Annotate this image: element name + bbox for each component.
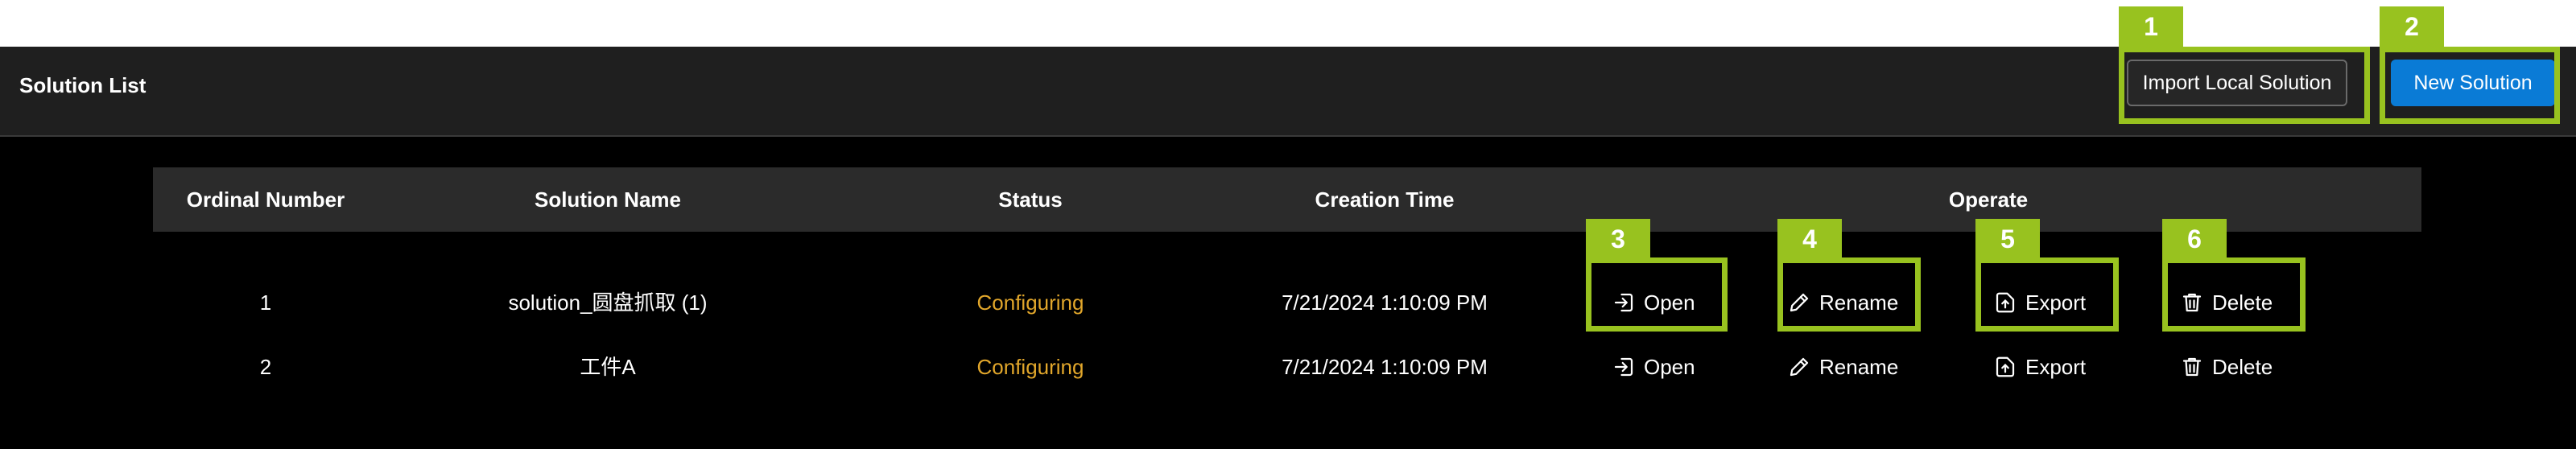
open-label: Open — [1644, 354, 1695, 379]
solution-name: solution_圆盘抓取 (1) — [508, 290, 708, 315]
delete-label: Delete — [2212, 354, 2273, 379]
ordinal-number: 1 — [259, 290, 272, 315]
export-label: Export — [2025, 354, 2087, 379]
status-text: Configuring — [976, 290, 1084, 315]
open-icon — [1614, 357, 1633, 377]
callout-tab-2: 2 — [2380, 6, 2444, 47]
creation-time: 7/21/2024 1:10:09 PM — [1282, 290, 1488, 315]
callout-box-1 — [2119, 47, 2370, 124]
ordinal-number: 2 — [259, 355, 272, 379]
page-title: Solution List — [19, 73, 147, 97]
table-row: 2 工件A Configuring 7/21/2024 1:10:09 PM O… — [153, 336, 2421, 398]
callout-box-3 — [1586, 257, 1728, 332]
export-icon — [1996, 356, 2015, 377]
delete-button[interactable]: Delete — [2180, 336, 2273, 398]
column-solution-name: Solution Name — [534, 187, 681, 212]
callout-tab-6: 6 — [2162, 219, 2227, 259]
rename-pencil-icon — [1790, 357, 1809, 377]
status-text: Configuring — [976, 355, 1084, 379]
callout-box-4 — [1777, 257, 1921, 332]
rename-button[interactable]: Rename — [1787, 336, 1898, 398]
table-header: Ordinal Number Solution Name Status Crea… — [153, 167, 2421, 232]
column-ordinal-number: Ordinal Number — [186, 187, 345, 212]
column-status: Status — [998, 187, 1063, 212]
callout-tab-3: 3 — [1586, 219, 1650, 259]
open-button[interactable]: Open — [1612, 336, 1695, 398]
callout-box-5 — [1975, 257, 2119, 332]
export-button[interactable]: Export — [1993, 336, 2086, 398]
creation-time: 7/21/2024 1:10:09 PM — [1282, 355, 1488, 379]
column-creation-time: Creation Time — [1315, 187, 1455, 212]
rename-label: Rename — [1819, 354, 1899, 379]
callout-tab-4: 4 — [1777, 219, 1842, 259]
delete-trash-icon — [2182, 357, 2202, 377]
callout-tab-1: 1 — [2119, 6, 2183, 47]
callout-box-6 — [2162, 257, 2306, 332]
callout-box-2 — [2380, 47, 2560, 124]
solution-name: 工件A — [580, 355, 636, 379]
callout-tab-5: 5 — [1975, 219, 2040, 259]
